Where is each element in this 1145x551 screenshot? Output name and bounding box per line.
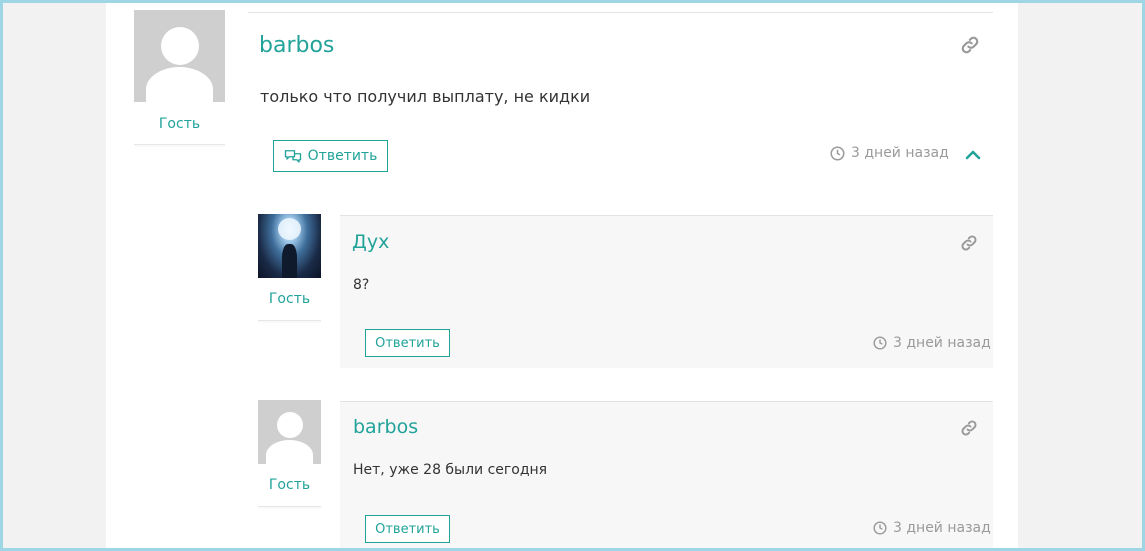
link-icon[interactable] [960,234,978,256]
reply-button-label: Ответить [375,335,440,351]
comment-time: 3 дней назад [873,520,991,536]
author-underline [258,506,321,507]
avatar-body-shape [146,67,213,102]
comment-text: только что получил выплату, не кидки [260,87,591,106]
avatar-head-shape [277,412,303,438]
clock-icon [830,146,845,160]
default-avatar[interactable] [134,10,225,102]
link-icon[interactable] [960,419,978,441]
chat-bubbles-icon [284,150,301,163]
comment-time: 3 дней назад [873,335,991,351]
avatar-photo-figure [282,244,297,278]
chevron-up-icon[interactable] [964,147,982,166]
reply-button[interactable]: Ответить [365,515,450,543]
link-icon[interactable] [960,35,980,59]
comment-author-column: Гость [134,10,225,145]
comment-time: 3 дней назад [830,145,949,161]
comment-author-name[interactable]: barbos [259,33,334,58]
author-underline [258,320,321,321]
reply-button-label: Ответить [307,148,378,164]
photo-avatar[interactable] [258,214,321,278]
reply-comment-box: Дух 8? Ответить 3 дней назад [340,215,993,368]
author-role: Гость [268,477,311,493]
comment-time-text: 3 дней назад [893,520,991,536]
reply-button[interactable]: Ответить [365,329,450,357]
author-underline [134,144,225,145]
comment-text: Нет, уже 28 были сегодня [353,462,548,478]
default-avatar[interactable] [258,400,321,464]
avatar-head-shape [161,27,199,65]
comment-author-name[interactable]: Дух [352,231,389,253]
reply-author-column: Гость [258,214,321,321]
comment-text: 8? [353,277,370,293]
reply-button-label: Ответить [375,521,440,537]
avatar-body-shape [266,440,313,464]
clock-icon [873,336,887,350]
reply-comment-box: barbos Нет, уже 28 были сегодня Ответить… [340,401,993,551]
comments-page: Гость barbos только что получил выплату,… [106,0,1018,551]
author-role: Гость [158,116,201,132]
comment-box: barbos только что получил выплату, не ки… [248,12,993,192]
comment-time-text: 3 дней назад [851,145,949,161]
reply-button[interactable]: Ответить [273,140,388,172]
comment-time-text: 3 дней назад [893,335,991,351]
reply-author-column: Гость [258,400,321,507]
comment-author-name[interactable]: barbos [353,416,418,438]
clock-icon [873,521,887,535]
avatar-photo-glow [278,218,301,240]
author-role: Гость [268,291,311,307]
